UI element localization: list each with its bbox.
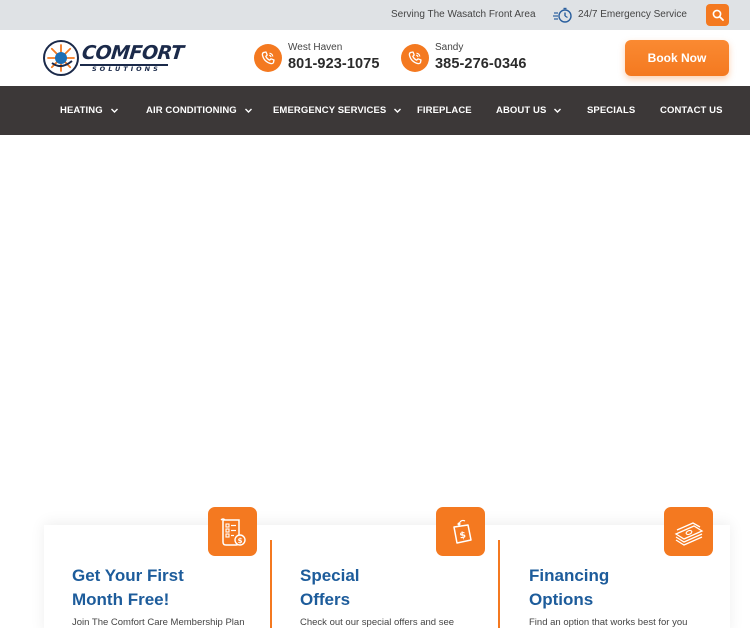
- nav-item-emergency-services[interactable]: EMERGENCY SERVICES: [273, 86, 402, 135]
- nav-label: EMERGENCY SERVICES: [273, 105, 387, 116]
- nav-item-specials[interactable]: SPECIALS: [587, 86, 635, 135]
- nav-item-fireplace[interactable]: FIREPLACE: [417, 86, 472, 135]
- search-icon: [712, 9, 724, 21]
- card-title-line: Special: [300, 566, 360, 585]
- phone-location-west-haven: West Haven: [288, 42, 343, 53]
- phone-location-sandy: Sandy: [435, 42, 464, 53]
- card-divider: [270, 540, 272, 628]
- chevron-down-icon: [244, 108, 252, 113]
- chevron-down-icon: [554, 108, 562, 113]
- top-bar: Serving The Wasatch Front Area 24/7 Emer…: [0, 0, 750, 30]
- service-area-text: Serving The Wasatch Front Area: [391, 9, 536, 20]
- card-title-line: Options: [529, 590, 594, 609]
- nav-label: AIR CONDITIONING: [146, 105, 237, 116]
- phone-number-west-haven[interactable]: 801-923-1075: [288, 56, 380, 72]
- card-title-free-month: Get Your First Month Free!: [72, 564, 184, 612]
- nav-label: HEATING: [60, 105, 103, 116]
- card-text-offers: Check out our special offers and see: [300, 617, 455, 628]
- cash-stack-icon: [664, 507, 713, 556]
- card-title-line: Financing: [529, 566, 610, 585]
- card-text-financing: Find an option that works best for you: [529, 617, 688, 628]
- phone-icon[interactable]: [401, 44, 429, 72]
- emergency-service-text: 24/7 Emergency Service: [578, 9, 687, 20]
- chevron-down-icon: [394, 108, 402, 113]
- nav-label: ABOUT US: [496, 105, 547, 116]
- logo-sub-text: SOLUTIONS: [92, 65, 161, 73]
- stopwatch-icon: [553, 7, 572, 23]
- phone-icon[interactable]: [254, 44, 282, 72]
- card-title-financing: Financing Options: [529, 564, 609, 612]
- site-logo[interactable]: COMFORT SOLUTIONS: [42, 39, 185, 77]
- site-header: COMFORT SOLUTIONS West Haven 801-923-107…: [0, 30, 750, 86]
- nav-label: CONTACT US: [660, 105, 723, 116]
- search-button[interactable]: [706, 4, 729, 26]
- card-title-special-offers: Special Offers: [300, 564, 360, 612]
- membership-document-icon: $: [208, 507, 257, 556]
- nav-item-contact-us[interactable]: CONTACT US: [660, 86, 723, 135]
- card-text-membership: Join The Comfort Care Membership Plan: [72, 617, 245, 628]
- price-tag-icon: $: [436, 507, 485, 556]
- card-title-line: Get Your First: [72, 566, 184, 585]
- nav-label: FIREPLACE: [417, 105, 472, 116]
- logo-main-text: COMFORT: [80, 42, 185, 64]
- nav-item-air-conditioning[interactable]: AIR CONDITIONING: [146, 86, 253, 135]
- book-now-button[interactable]: Book Now: [625, 40, 729, 76]
- card-divider: [498, 540, 500, 628]
- nav-item-about-us[interactable]: ABOUT US: [496, 86, 562, 135]
- card-title-line: Month Free!: [72, 590, 170, 609]
- nav-item-heating[interactable]: HEATING: [60, 86, 119, 135]
- phone-number-sandy[interactable]: 385-276-0346: [435, 56, 527, 72]
- nav-label: SPECIALS: [587, 105, 636, 116]
- svg-text:$: $: [237, 537, 242, 545]
- card-title-line: Offers: [300, 590, 351, 609]
- main-nav: HEATING AIR CONDITIONING EMERGENCY SERVI…: [0, 86, 750, 135]
- chevron-down-icon: [110, 108, 118, 113]
- svg-text:$: $: [458, 530, 466, 541]
